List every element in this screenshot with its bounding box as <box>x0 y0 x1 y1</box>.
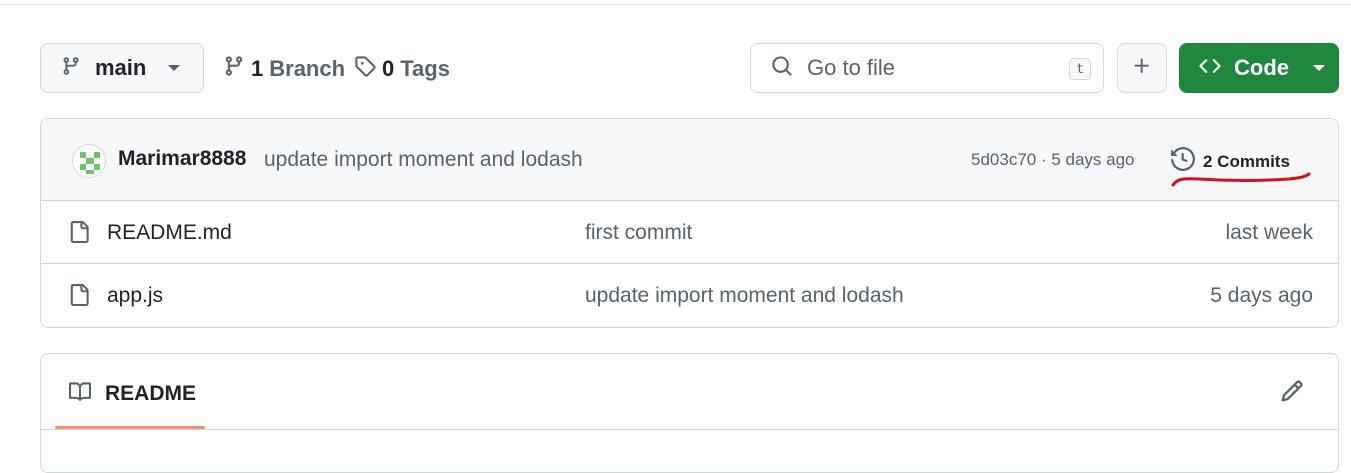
branches-link[interactable]: 1 Branch <box>223 55 345 83</box>
git-branch-icon <box>61 55 81 82</box>
file-list: Marimar8888 update import moment and lod… <box>40 118 1339 328</box>
file-row[interactable]: README.md first commit last week <box>41 201 1338 264</box>
red-annotation-underline <box>1171 172 1311 187</box>
commit-message-link[interactable]: update import moment and lodash <box>264 148 583 172</box>
branch-count: 1 <box>251 56 264 81</box>
file-icon <box>68 283 90 312</box>
file-name-link[interactable]: README.md <box>107 221 232 245</box>
file-icon <box>68 220 90 249</box>
code-button[interactable]: Code <box>1179 43 1339 93</box>
code-icon <box>1198 55 1222 82</box>
file-commit-message-link[interactable]: first commit <box>585 221 692 245</box>
avatar[interactable] <box>72 144 106 178</box>
go-to-file-input[interactable] <box>805 54 1049 82</box>
top-divider <box>0 4 1351 5</box>
branch-select-label: main <box>95 55 147 80</box>
branch-label: Branch <box>269 56 346 81</box>
latest-commit-header: Marimar8888 update import moment and lod… <box>41 119 1338 201</box>
search-icon <box>771 55 793 82</box>
chevron-down-icon <box>1313 65 1325 71</box>
keyboard-shortcut-hint: t <box>1069 58 1091 80</box>
tag-icon <box>354 55 376 83</box>
book-icon <box>67 381 93 408</box>
go-to-file-search[interactable]: t <box>750 43 1104 93</box>
file-row[interactable]: app.js update import moment and lodash 5… <box>41 264 1338 327</box>
chevron-down-icon <box>168 65 181 71</box>
git-branch-icon <box>223 54 245 84</box>
readme-panel: README <box>40 353 1339 473</box>
file-commit-date: last week <box>1225 221 1313 244</box>
commit-author-link[interactable]: Marimar8888 <box>118 147 246 171</box>
commit-hash-time[interactable]: 5d03c70 · 5 days ago <box>971 150 1135 170</box>
tags-link[interactable]: 0 Tags <box>354 55 450 83</box>
file-commit-date: 5 days ago <box>1210 284 1313 307</box>
readme-divider <box>41 429 1338 430</box>
pencil-icon[interactable] <box>1280 379 1304 408</box>
tag-label: Tags <box>400 56 450 81</box>
tab-readme[interactable]: README <box>55 354 205 430</box>
add-file-button[interactable] <box>1117 43 1167 93</box>
plus-icon <box>1132 56 1152 81</box>
code-button-label: Code <box>1234 55 1289 80</box>
branch-select-button[interactable]: main <box>40 43 204 93</box>
file-name-link[interactable]: app.js <box>107 284 163 308</box>
readme-tab-label: README <box>105 382 197 405</box>
tag-count: 0 <box>382 56 395 81</box>
file-commit-message-link[interactable]: update import moment and lodash <box>585 284 904 308</box>
